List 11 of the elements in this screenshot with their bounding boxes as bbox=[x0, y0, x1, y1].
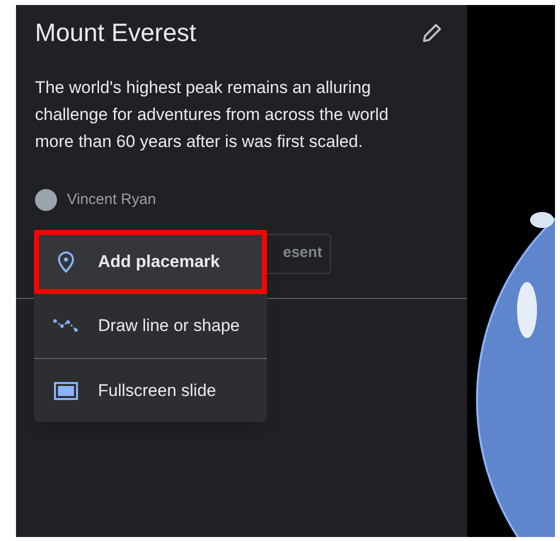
author-name: Vincent Ryan bbox=[67, 190, 156, 210]
location-pin-icon bbox=[57, 251, 75, 273]
avatar bbox=[35, 189, 57, 212]
slide-icon bbox=[54, 382, 78, 400]
pencil-icon[interactable] bbox=[421, 22, 443, 44]
menu-item[interactable]: Add placemark bbox=[34, 230, 267, 294]
menu-item[interactable]: Draw line or shape bbox=[34, 294, 267, 358]
menu-item[interactable]: Fullscreen slide bbox=[34, 358, 267, 422]
place-description: The world's highest peak remains an alluring challenge for adventures from across the world more than 60 years after is was first scaled. bbox=[34, 77, 390, 153]
place-title: Mount Everest bbox=[35, 18, 196, 48]
polyline-icon bbox=[53, 319, 79, 333]
